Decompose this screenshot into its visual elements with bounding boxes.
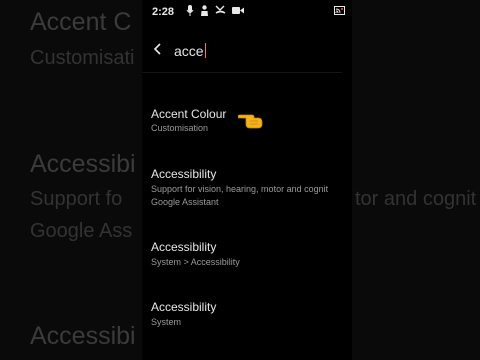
person-icon (201, 5, 208, 16)
bg-line: Google Ass (30, 220, 133, 242)
result-title: Accessibility (151, 240, 217, 254)
bg-line: Support fo (30, 188, 123, 210)
result-subtitle-2: Google Assistant (151, 197, 219, 207)
result-title: Accessibility (151, 167, 217, 181)
result-subtitle: Support for vision, hearing, motor and c… (151, 184, 329, 194)
pointing-hand-icon (238, 114, 263, 129)
status-time: 2:28 (152, 6, 175, 18)
status-bar: 2:28 (142, 0, 352, 24)
bg-line: tor and cognit (355, 188, 477, 210)
bg-line: Accessibi (30, 150, 136, 178)
cast-icon (334, 6, 345, 15)
bg-line: Accessibi (30, 322, 136, 350)
video-icon (232, 7, 244, 14)
search-query-text: acce (174, 43, 204, 59)
microphone-icon (186, 5, 194, 16)
result-title: Accessibility (151, 300, 217, 314)
result-subtitle: System > Accessibility (151, 257, 240, 267)
back-arrow-icon[interactable] (151, 42, 165, 56)
missed-call-icon (215, 5, 226, 14)
search-input[interactable]: acce (174, 43, 206, 59)
phone-screen: 2:28 acce Accent Colour Customisation Ac… (142, 0, 352, 360)
result-accessibility-assistant[interactable]: Accessibility Support for vision, hearin… (151, 167, 346, 209)
bg-line: Accent C (30, 8, 132, 36)
result-accessibility-system-path[interactable]: Accessibility System > Accessibility (151, 240, 346, 269)
search-bar[interactable]: acce (142, 30, 342, 73)
result-subtitle: System (151, 317, 182, 327)
result-accessibility-system[interactable]: Accessibility System (151, 300, 346, 329)
bg-line: Customisati (30, 47, 135, 69)
text-caret (204, 43, 206, 58)
